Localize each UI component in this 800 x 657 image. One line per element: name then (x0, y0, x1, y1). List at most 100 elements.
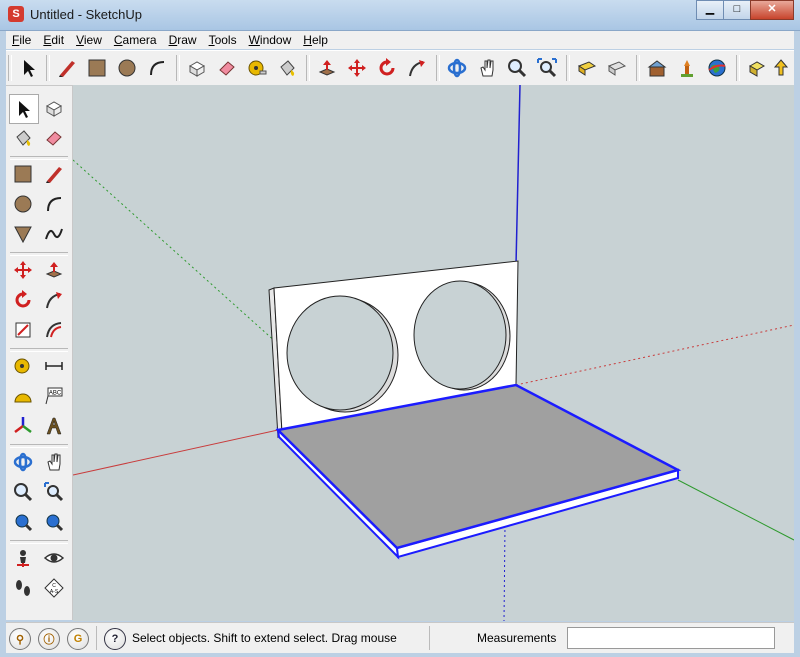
menu-camera[interactable]: Camera (108, 33, 163, 47)
make-component-button[interactable] (184, 55, 210, 81)
offset-large[interactable] (40, 316, 68, 344)
arrow-cursor-icon (19, 101, 30, 118)
rotate-tool-button[interactable] (374, 55, 400, 81)
menu-view[interactable]: View (70, 33, 108, 47)
walk-large[interactable] (9, 574, 37, 602)
green-axis (677, 479, 794, 541)
dimension-icon (45, 362, 63, 370)
follow-me-large[interactable] (40, 286, 68, 314)
zoom-large[interactable] (9, 478, 37, 506)
menu-edit-label: dit (51, 33, 65, 47)
tape-measure-large[interactable] (9, 352, 37, 380)
help-icon[interactable]: ? (104, 628, 126, 650)
eraser-tool-button[interactable] (214, 55, 240, 81)
geo-location-icon[interactable]: ⚲ (9, 628, 31, 650)
freehand-large[interactable] (40, 220, 68, 248)
zoom-button[interactable] (504, 55, 530, 81)
measurements-label: Measurements (477, 631, 557, 645)
push-pull-large[interactable] (40, 256, 68, 284)
arc-large[interactable] (40, 190, 68, 218)
line-tool-button[interactable] (54, 55, 80, 81)
push-pull-icon (45, 262, 63, 278)
orbit-button[interactable] (444, 55, 470, 81)
look-around-large[interactable] (40, 544, 68, 572)
sketchup-app-icon[interactable]: S (8, 6, 24, 22)
orbit-large[interactable] (9, 448, 37, 476)
paint-bucket-large[interactable] (9, 124, 37, 152)
minimize-button[interactable]: ▁ (696, 0, 724, 20)
rotate-large[interactable] (9, 286, 37, 314)
tape-measure-button[interactable] (244, 55, 270, 81)
select-tool-large[interactable] (9, 94, 39, 124)
menu-file-label: ile (19, 33, 32, 47)
axes-large[interactable] (9, 412, 37, 440)
dimension-large[interactable] (40, 352, 68, 380)
green-axis-back (73, 159, 278, 344)
follow-me-button[interactable] (404, 55, 430, 81)
menu-draw[interactable]: Draw (163, 33, 203, 47)
arc-tool-button[interactable] (144, 55, 170, 81)
move-large[interactable] (9, 256, 37, 284)
scale-large[interactable] (9, 316, 37, 344)
3d-text-large[interactable] (40, 412, 68, 440)
menu-camera-label: amera (122, 33, 157, 47)
zoom-extents-large[interactable] (40, 508, 68, 536)
offset-icon (46, 322, 62, 338)
right-hole (413, 280, 507, 390)
get-models-button[interactable] (644, 55, 670, 81)
section-plane-large[interactable]: C A-S (40, 574, 68, 602)
toolbar-grip[interactable] (8, 55, 12, 81)
previous-view-large[interactable] (9, 508, 37, 536)
share-component-button[interactable] (744, 55, 770, 81)
make-component-large[interactable] (40, 94, 68, 122)
extension-warehouse-button[interactable] (674, 55, 700, 81)
zoom-extents-button[interactable] (534, 55, 560, 81)
credits-icon[interactable]: ⓘ (38, 628, 60, 650)
google-earth-button[interactable] (704, 55, 730, 81)
arc-icon (150, 61, 165, 76)
google-sign-in-icon[interactable]: G (67, 628, 89, 650)
title-bar: S Untitled - SketchUp ▁ □ ✕ (0, 0, 800, 31)
paint-bucket-button[interactable] (274, 55, 300, 81)
3d-text-icon (46, 417, 62, 435)
next-view-button[interactable] (604, 55, 630, 81)
protractor-large[interactable] (9, 382, 37, 410)
model-canvas[interactable] (73, 85, 794, 621)
text-icon: ABC (45, 387, 63, 405)
pan-large[interactable] (40, 448, 68, 476)
menu-window[interactable]: Window (243, 33, 298, 47)
text-tool-large[interactable]: ABC (40, 382, 68, 410)
rectangle-tool-button[interactable] (84, 55, 110, 81)
push-pull-button[interactable] (314, 55, 340, 81)
menu-help-accel: H (303, 33, 312, 47)
model-viewport[interactable] (73, 85, 794, 621)
rotate-icon (379, 58, 395, 76)
circle-tool-button[interactable] (114, 55, 140, 81)
zoom-window-large[interactable] (40, 478, 68, 506)
toolbar-separator (436, 55, 440, 81)
orbit-icon (447, 58, 467, 78)
measurements-input[interactable] (567, 627, 775, 649)
status-divider (96, 626, 97, 650)
minimize-icon: ▁ (705, 3, 715, 15)
menu-tools[interactable]: Tools (203, 33, 243, 47)
circle-large[interactable] (9, 190, 37, 218)
previous-view-button[interactable] (574, 55, 600, 81)
menu-file[interactable]: File (6, 33, 37, 47)
close-button[interactable]: ✕ (750, 0, 794, 20)
line-large[interactable] (40, 160, 68, 188)
menu-edit[interactable]: Edit (37, 33, 70, 47)
pencil-icon (46, 167, 62, 183)
rectangle-large[interactable] (9, 160, 37, 188)
paint-bucket-icon (280, 60, 295, 76)
move-tool-button[interactable] (344, 55, 370, 81)
eraser-large[interactable] (40, 124, 68, 152)
select-tool-button[interactable] (16, 55, 42, 81)
polygon-large[interactable] (9, 220, 37, 248)
toolbar-separator (736, 55, 740, 81)
upload-component-button[interactable] (768, 55, 794, 81)
pan-button[interactable] (474, 55, 500, 81)
menu-help[interactable]: Help (297, 33, 334, 47)
position-camera-large[interactable] (9, 544, 37, 572)
maximize-button[interactable]: □ (723, 0, 751, 20)
